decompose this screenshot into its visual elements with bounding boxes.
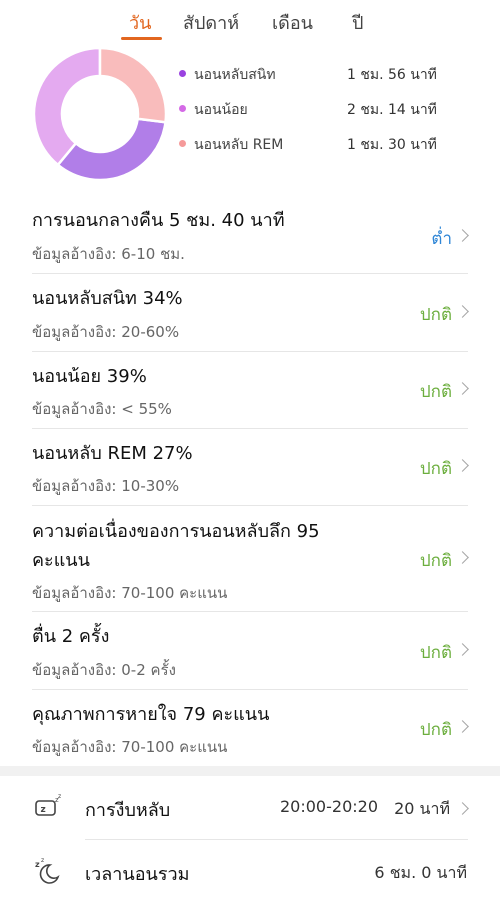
status-badge: ปกติ — [419, 720, 452, 740]
active-tab-indicator — [121, 37, 162, 40]
status-badge: ปกติ — [419, 643, 452, 663]
chevron-right-icon — [456, 551, 469, 564]
chevron-right-icon — [456, 720, 469, 733]
legend-value-light: 2 ชม. 14 นาที — [347, 102, 437, 118]
tab-week[interactable]: สัปดาห์ — [183, 8, 239, 37]
chevron-right-icon — [456, 643, 469, 656]
nap-icon: z z z — [35, 793, 61, 816]
metric-row-night-sleep[interactable]: การนอนกลางคืน 5 ชม. 40 นาที ข้อมูลอ้างอิ… — [0, 196, 500, 274]
legend-value-deep: 1 ชม. 56 นาที — [347, 67, 437, 83]
metric-row-deep-sleep[interactable]: นอนหลับสนิท 34% ข้อมูลอ้างอิง: 20-60% ปก… — [0, 274, 500, 352]
svg-text:z: z — [35, 860, 40, 869]
legend-label-rem: นอนหลับ REM — [194, 137, 284, 153]
period-tabs: วัน สัปดาห์ เดือน ปี — [0, 0, 500, 44]
metric-reference: ข้อมูลอ้างอิง: 6-10 ชม. — [32, 245, 185, 263]
total-sleep-label: เวลานอนรวม — [85, 864, 190, 885]
metric-title: ตื่น 2 ครั้ง — [32, 626, 110, 647]
metric-reference: ข้อมูลอ้างอิง: 70-100 คะแนน — [32, 584, 228, 602]
chevron-right-icon — [456, 229, 469, 242]
donut-segment-light — [32, 48, 102, 167]
metric-reference: ข้อมูลอ้างอิง: 10-30% — [32, 477, 180, 495]
legend-dot-light — [179, 105, 186, 112]
svg-text:z: z — [58, 793, 61, 800]
status-badge: ปกติ — [419, 459, 452, 479]
chevron-right-icon — [456, 382, 469, 395]
chevron-right-icon — [456, 802, 469, 815]
nap-row[interactable]: z z z การงีบหลับ 20:00-20:20 20 นาที — [0, 776, 500, 840]
svg-text:z: z — [41, 857, 44, 864]
total-sleep-value: 6 ชม. 0 นาที — [374, 863, 467, 882]
metric-title: คุณภาพการหายใจ 79 คะแนน — [32, 704, 270, 725]
metric-title: นอนน้อย 39% — [32, 366, 147, 387]
tab-year[interactable]: ปี — [352, 8, 363, 37]
status-badge: ปกติ — [419, 305, 452, 325]
chevron-right-icon — [456, 305, 469, 318]
metric-row-light-sleep[interactable]: นอนน้อย 39% ข้อมูลอ้างอิง: < 55% ปกติ — [0, 352, 500, 429]
metric-row-rem-sleep[interactable]: นอนหลับ REM 27% ข้อมูลอ้างอิง: 10-30% ปก… — [0, 429, 500, 506]
metric-reference: ข้อมูลอ้างอิง: 70-100 คะแนน — [32, 738, 228, 756]
tab-month[interactable]: เดือน — [272, 8, 313, 37]
legend-dot-rem — [179, 140, 186, 147]
metric-title: การนอนกลางคืน 5 ชม. 40 นาที — [32, 210, 285, 231]
metric-reference: ข้อมูลอ้างอิง: 0-2 ครั้ง — [32, 661, 176, 679]
tab-day[interactable]: วัน — [129, 8, 151, 37]
metric-reference: ข้อมูลอ้างอิง: 20-60% — [32, 323, 180, 341]
status-badge: ต่ำ — [431, 229, 452, 249]
donut-segment-deep — [56, 117, 167, 180]
sleep-stage-donut — [32, 48, 168, 180]
metric-reference: ข้อมูลอ้างอิง: < 55% — [32, 400, 172, 418]
chevron-right-icon — [456, 459, 469, 472]
donut-segment-rem — [98, 48, 168, 124]
metric-row-deep-sleep-continuity[interactable]: ความต่อเนื่องของการนอนหลับลึก 95 คะแนน ข… — [0, 506, 500, 612]
metric-title-line2: คะแนน — [32, 550, 90, 571]
section-separator — [0, 766, 500, 776]
nap-label: การงีบหลับ — [85, 800, 171, 821]
moon-sleep-icon: z z — [35, 857, 60, 884]
status-badge: ปกติ — [419, 551, 452, 571]
metric-row-wake-count[interactable]: ตื่น 2 ครั้ง ข้อมูลอ้างอิง: 0-2 ครั้ง ปก… — [0, 612, 500, 690]
metric-title: นอนหลับ REM 27% — [32, 443, 193, 464]
legend-value-rem: 1 ชม. 30 นาที — [347, 137, 437, 153]
metric-title: ความต่อเนื่องของการนอนหลับลึก 95 — [32, 521, 320, 542]
total-sleep-row: z z เวลานอนรวม 6 ชม. 0 นาที — [0, 840, 500, 904]
legend-label-light: นอนน้อย — [194, 102, 248, 118]
metric-row-breathing-quality[interactable]: คุณภาพการหายใจ 79 คะแนน ข้อมูลอ้างอิง: 7… — [0, 690, 500, 766]
status-badge: ปกติ — [419, 382, 452, 402]
legend-item-light: นอนน้อย 2 ชม. 14 นาที — [176, 96, 476, 120]
nap-time-range: 20:00-20:20 — [280, 797, 378, 816]
legend-item-deep: นอนหลับสนิท 1 ชม. 56 นาที — [176, 61, 476, 85]
nap-duration: 20 นาที — [394, 799, 450, 818]
legend-dot-deep — [179, 70, 186, 77]
legend-label-deep: นอนหลับสนิท — [194, 67, 276, 83]
metric-title: นอนหลับสนิท 34% — [32, 288, 183, 309]
legend-item-rem: นอนหลับ REM 1 ชม. 30 นาที — [176, 131, 476, 155]
svg-text:z: z — [41, 805, 46, 815]
